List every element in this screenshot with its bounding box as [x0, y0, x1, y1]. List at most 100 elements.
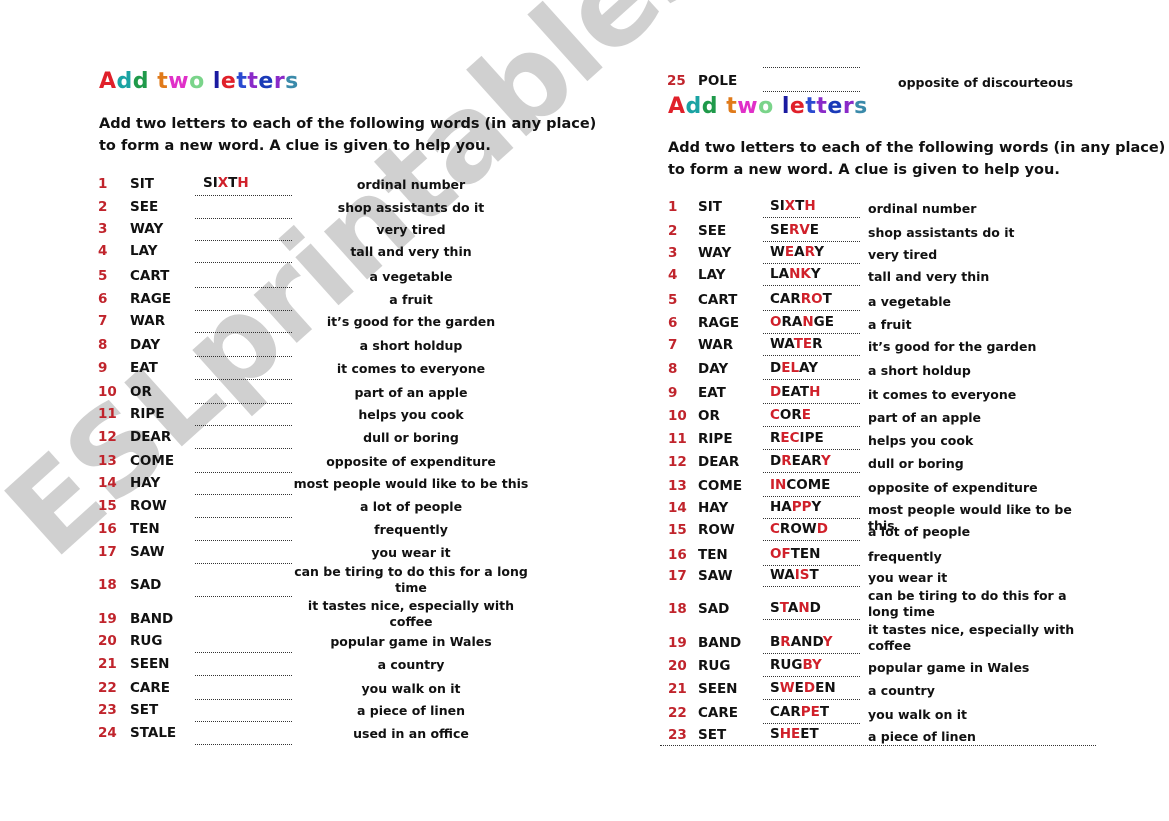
added-letters: EL — [781, 360, 800, 376]
clue: a vegetable — [868, 294, 951, 309]
answer-word: WEARY — [770, 244, 824, 260]
clue: a country — [377, 657, 445, 672]
question-number: 13 — [668, 478, 687, 494]
base-word: ROW — [698, 522, 735, 538]
answer-blank[interactable] — [195, 699, 292, 700]
question-number: 23 — [98, 702, 117, 718]
base-letters: D — [770, 453, 782, 469]
answer-blank[interactable] — [195, 310, 292, 311]
clue: dull or boring — [363, 430, 459, 445]
question-number: 10 — [668, 408, 687, 424]
base-word: HAY — [698, 500, 729, 516]
answer-blank[interactable] — [195, 240, 292, 241]
question-number: 12 — [668, 454, 687, 470]
base-word: BAND — [698, 635, 742, 651]
title-letter: t — [816, 94, 828, 119]
base-letters: E — [809, 222, 820, 238]
added-letters: H — [809, 384, 821, 400]
base-letters: D — [809, 600, 821, 616]
answer-blank[interactable] — [195, 744, 292, 745]
added-letters: H — [237, 175, 249, 191]
answer-word: CROWD — [770, 521, 828, 537]
answer-blank[interactable] — [195, 675, 292, 676]
base-letters: Y — [811, 499, 822, 515]
base-word: HAY — [130, 475, 161, 491]
answer-blank[interactable] — [763, 91, 860, 92]
base-word: BAND — [130, 611, 174, 627]
answer-word: SHEET — [770, 726, 819, 742]
base-word: SEEN — [130, 656, 170, 672]
title-letter: t — [236, 69, 248, 94]
base-letters: RUG — [770, 657, 803, 673]
clue: opposite of discourteous — [898, 75, 1074, 90]
answer-word: CARROT — [770, 291, 832, 307]
question-number: 20 — [668, 658, 687, 674]
answer-line — [763, 333, 860, 334]
answer-blank[interactable] — [195, 448, 292, 449]
answer-word: OFTEN — [770, 546, 820, 562]
clue: you walk on it — [868, 707, 968, 722]
base-word: OR — [130, 384, 152, 400]
base-letters: T — [819, 704, 830, 720]
answer-word: STAND — [770, 600, 821, 616]
title-letter: A — [668, 94, 686, 119]
answer-blank[interactable] — [195, 403, 292, 404]
answer-blank[interactable] — [195, 540, 292, 541]
answer-blank[interactable] — [763, 67, 860, 68]
base-word: DAY — [698, 361, 729, 377]
question-number: 8 — [98, 337, 108, 353]
title-letter: t — [805, 94, 817, 119]
answer-word: LANKY — [770, 266, 821, 282]
base-letters: E — [794, 680, 804, 696]
title-letter: d — [701, 94, 719, 119]
title-letter: d — [685, 94, 702, 119]
question-number: 14 — [98, 475, 117, 491]
answer-blank[interactable] — [195, 287, 292, 288]
question-number: 1 — [668, 199, 678, 215]
clue: part of an apple — [354, 385, 468, 400]
clue: it tastes nice, especially with coffee — [868, 622, 1075, 653]
answer-line — [763, 518, 860, 519]
base-word: RIPE — [130, 406, 165, 422]
answer-blank[interactable] — [195, 494, 292, 495]
base-letters: T — [822, 291, 832, 307]
answer-blank[interactable] — [195, 332, 292, 333]
title-letter: w — [737, 94, 759, 119]
question-number: 22 — [98, 680, 117, 696]
title-letter: w — [168, 69, 190, 94]
answer-blank[interactable] — [195, 472, 292, 473]
added-letters: PE — [800, 704, 820, 720]
answer-blank[interactable] — [195, 195, 292, 196]
answer-blank[interactable] — [195, 596, 292, 597]
base-letters: R — [770, 430, 781, 446]
answer-blank[interactable] — [195, 563, 292, 564]
base-letters: IPE — [799, 430, 824, 446]
base-word: SAW — [130, 544, 165, 560]
answer-word: BRANDY — [770, 634, 832, 650]
answer-line — [763, 310, 860, 311]
base-word: LAY — [130, 243, 158, 259]
answer-blank[interactable] — [195, 425, 292, 426]
title-letter — [149, 69, 157, 94]
added-letters: O — [770, 314, 782, 330]
base-word: EAT — [698, 385, 726, 401]
added-letters: HE — [779, 726, 801, 742]
clue: a fruit — [868, 317, 912, 332]
clue: it comes to everyone — [868, 387, 1017, 402]
answer-blank[interactable] — [195, 262, 292, 263]
answer-blank[interactable] — [195, 379, 292, 380]
base-word: DEAR — [130, 429, 172, 445]
question-number: 5 — [98, 268, 108, 284]
answer-blank[interactable] — [195, 652, 292, 653]
answer-blank[interactable] — [195, 721, 292, 722]
answer-blank[interactable] — [195, 218, 292, 219]
answer-blank[interactable] — [195, 517, 292, 518]
clue: popular game in Wales — [330, 634, 492, 649]
base-word: DEAR — [698, 454, 740, 470]
base-letters: SI — [203, 175, 218, 191]
base-word: SET — [698, 727, 727, 743]
question-number: 22 — [668, 705, 687, 721]
instructions-line-1: Add two letters to each of the following… — [668, 140, 1166, 156]
answer-blank[interactable] — [195, 356, 292, 357]
title-letter: r — [273, 69, 286, 94]
